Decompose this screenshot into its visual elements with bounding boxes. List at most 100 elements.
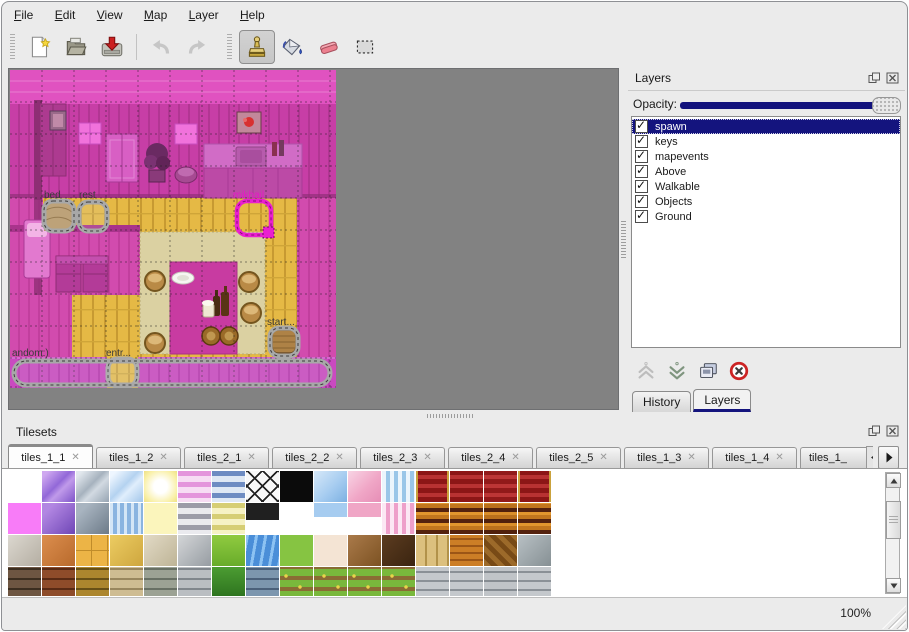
tileset-tile[interactable] — [518, 471, 551, 502]
tileset-tile[interactable] — [314, 535, 347, 566]
layer-visibility-checkbox[interactable] — [635, 210, 648, 223]
tileset-tile[interactable] — [450, 471, 483, 502]
tileset-tile[interactable] — [348, 471, 381, 502]
tileset-tab-tiles_2_3[interactable]: tiles_2_3 — [360, 447, 445, 468]
tileset-tile[interactable] — [42, 535, 75, 566]
layer-row-ground[interactable]: Ground — [632, 209, 900, 224]
tileset-tile[interactable] — [518, 503, 551, 534]
tileset-tab-tiles_1_2[interactable]: tiles_1_2 — [96, 447, 181, 468]
tileset-tile[interactable] — [450, 503, 483, 534]
close-panel-icon[interactable] — [886, 72, 899, 84]
toolbar-drag-handle[interactable] — [10, 34, 15, 60]
close-tab-icon[interactable] — [775, 453, 783, 463]
tileset-tile[interactable] — [246, 567, 279, 596]
tileset-tile[interactable] — [382, 503, 415, 534]
tileset-tile[interactable] — [518, 535, 551, 566]
tileset-tile[interactable] — [314, 567, 347, 596]
layer-row-keys[interactable]: keys — [632, 134, 900, 149]
tileset-tile[interactable] — [416, 471, 449, 502]
tileset-grid[interactable] — [8, 471, 553, 596]
layer-visibility-checkbox[interactable] — [635, 165, 648, 178]
map-object-rest[interactable] — [79, 202, 107, 231]
tileset-tile[interactable] — [110, 471, 143, 502]
tileset-tile[interactable] — [348, 503, 381, 534]
tileset-tab-tiles_1_1[interactable]: tiles_1_1 — [8, 444, 93, 468]
toolbar-drag-handle-2[interactable] — [227, 34, 232, 60]
layer-visibility-checkbox[interactable] — [635, 135, 648, 148]
tileset-tile[interactable] — [246, 503, 279, 534]
menu-view[interactable]: View — [97, 8, 123, 22]
close-tab-icon[interactable] — [511, 453, 519, 463]
tileset-tile[interactable] — [314, 503, 347, 534]
raise-layer-button[interactable] — [634, 359, 658, 383]
tileset-tile[interactable] — [76, 503, 109, 534]
tileset-tile[interactable] — [450, 535, 483, 566]
tileset-tile[interactable] — [416, 535, 449, 566]
fill-tool-button[interactable] — [275, 30, 311, 64]
close-tab-icon[interactable] — [599, 453, 607, 463]
tileset-tile[interactable] — [212, 471, 245, 502]
layer-row-mapevents[interactable]: mapevents — [632, 149, 900, 164]
menu-help[interactable]: Help — [240, 8, 265, 22]
tileset-tile[interactable] — [8, 567, 41, 596]
close-tab-icon[interactable] — [687, 453, 695, 463]
tileset-tile[interactable] — [110, 503, 143, 534]
tileset-tile[interactable] — [246, 471, 279, 502]
tileset-tile[interactable] — [144, 503, 177, 534]
menu-edit[interactable]: Edit — [55, 8, 76, 22]
tileset-tile[interactable] — [8, 503, 41, 534]
tileset-tab-tiles_2_5[interactable]: tiles_2_5 — [536, 447, 621, 468]
map-object-start[interactable] — [270, 328, 298, 356]
tileset-tile[interactable] — [280, 503, 313, 534]
tileset-tile[interactable] — [144, 567, 177, 596]
object-resize-handle[interactable] — [263, 227, 274, 238]
layer-list[interactable]: spawn keys mapevents Above Walkable Obje… — [631, 116, 901, 348]
vertical-splitter[interactable] — [620, 68, 628, 410]
tileset-tile[interactable] — [484, 567, 517, 596]
scrollbar-up-button[interactable] — [886, 473, 901, 488]
splitter-grip[interactable] — [621, 221, 626, 259]
tileset-tile[interactable] — [314, 471, 347, 502]
float-panel-icon[interactable] — [868, 425, 881, 437]
tileset-tile[interactable] — [144, 471, 177, 502]
tileset-tile[interactable] — [212, 535, 245, 566]
tileset-tile[interactable] — [416, 567, 449, 596]
map-canvas[interactable]: bed rest mikhail start... entr... andom:… — [8, 68, 619, 410]
tileset-tile[interactable] — [110, 567, 143, 596]
tileset-tile[interactable] — [382, 471, 415, 502]
resize-grip[interactable] — [882, 605, 906, 629]
close-tab-icon[interactable] — [423, 453, 431, 463]
tileset-tile[interactable] — [416, 503, 449, 534]
layer-row-objects[interactable]: Objects — [632, 194, 900, 209]
stamp-tool-button[interactable] — [239, 30, 275, 64]
tileset-tab-tiles_1_4[interactable]: tiles_1_4 — [712, 447, 797, 468]
tileset-tile[interactable] — [484, 503, 517, 534]
tileset-tile[interactable] — [178, 503, 211, 534]
float-panel-icon[interactable] — [868, 72, 881, 84]
tab-history[interactable]: History — [632, 391, 691, 412]
tileset-tab-tiles_2_4[interactable]: tiles_2_4 — [448, 447, 533, 468]
tileset-tile[interactable] — [8, 471, 41, 502]
menu-layer[interactable]: Layer — [189, 8, 219, 22]
map-object-bed[interactable] — [44, 201, 74, 231]
tileset-tile[interactable] — [144, 535, 177, 566]
opacity-handle[interactable] — [872, 97, 901, 114]
layer-row-above[interactable]: Above — [632, 164, 900, 179]
tileset-tile[interactable] — [42, 471, 75, 502]
select-tool-button[interactable] — [347, 30, 383, 64]
scroll-tabs-right-button[interactable] — [878, 446, 899, 469]
layer-visibility-checkbox[interactable] — [635, 150, 648, 163]
tileset-tile[interactable] — [484, 471, 517, 502]
duplicate-layer-button[interactable] — [696, 359, 720, 383]
splitter-grip[interactable] — [427, 414, 473, 418]
tileset-tab-tiles_1_3[interactable]: tiles_1_3 — [624, 447, 709, 468]
scrollbar-thumb[interactable] — [886, 501, 901, 539]
tileset-tile[interactable] — [76, 535, 109, 566]
layers-panel-header[interactable]: Layers — [628, 68, 905, 91]
redo-button[interactable] — [179, 30, 215, 64]
scrollbar-down-button[interactable] — [886, 578, 901, 593]
tileset-tab-tiles_2_2[interactable]: tiles_2_2 — [272, 447, 357, 468]
close-tab-icon[interactable] — [247, 453, 255, 463]
close-panel-icon[interactable] — [886, 425, 899, 437]
menu-file[interactable]: File — [14, 8, 33, 22]
